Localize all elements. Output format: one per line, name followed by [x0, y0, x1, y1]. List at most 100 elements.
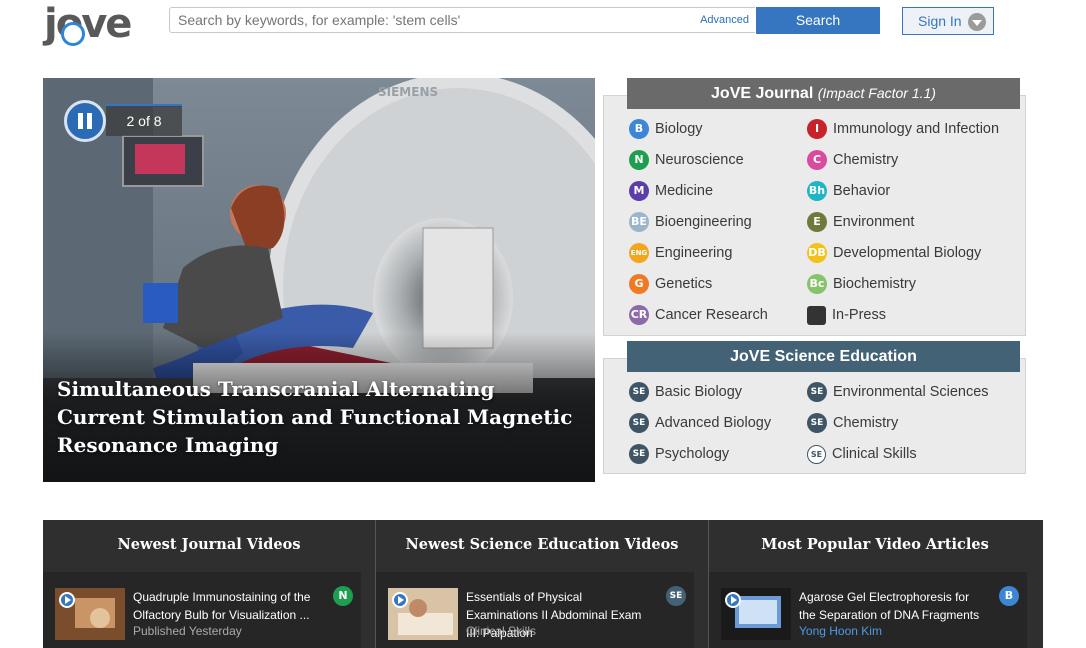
science-education-badge-icon: SE: [807, 413, 827, 434]
medicine-badge-icon: M: [629, 181, 649, 202]
sign-in-label: Sign In: [918, 13, 962, 29]
journal-section-bioengineering[interactable]: BE Bioengineering: [629, 211, 752, 233]
neuroscience-badge-icon: N: [333, 586, 353, 606]
journal-section-biology[interactable]: B Biology: [629, 118, 703, 140]
journal-section-label: Developmental Biology: [833, 245, 982, 261]
science-education-badge-icon: SE: [807, 444, 826, 464]
play-icon: [392, 592, 408, 608]
journal-section-label: Environment: [833, 214, 915, 230]
sign-in-button[interactable]: Sign In: [902, 7, 994, 35]
logo-text: jove: [44, 1, 132, 47]
chemistry-badge-icon: C: [807, 150, 827, 171]
education-panel-header: JoVE Science Education: [627, 341, 1020, 372]
video-author-link[interactable]: Yong Hoon Kim: [799, 624, 882, 638]
developmental-biology-badge-icon: DB: [807, 243, 827, 264]
column-heading: Most Popular Video Articles: [761, 536, 989, 553]
journal-title: JoVE Journal: [711, 85, 814, 102]
journal-section-label: Cancer Research: [655, 307, 768, 323]
pause-icon: [87, 113, 92, 129]
journal-section-label: Medicine: [655, 183, 714, 199]
education-section-environmental-sciences[interactable]: SE Environmental Sciences: [807, 381, 989, 403]
journal-section-environment[interactable]: E Environment: [807, 211, 914, 233]
journal-section-medicine[interactable]: M Medicine: [629, 180, 713, 202]
pause-icon: [78, 113, 83, 129]
play-icon: [725, 592, 741, 608]
video-card[interactable]: Essentials of Physical Examinations II A…: [376, 572, 694, 648]
journal-section-label: Biology: [655, 121, 703, 137]
journal-section-chemistry[interactable]: C Chemistry: [807, 149, 898, 171]
hero-slideshow[interactable]: SIEMENS Simultaneous Transcranial Altern…: [43, 78, 595, 482]
journal-section-in-press[interactable]: In-Press: [807, 304, 886, 326]
video-card[interactable]: Quadruple Immunostaining of the Olfactor…: [43, 572, 361, 648]
search-button[interactable]: Search: [756, 7, 880, 34]
education-section-label: Advanced Biology: [655, 415, 772, 431]
engineering-badge-icon: ENG: [629, 243, 649, 264]
education-section-label: Environmental Sciences: [833, 384, 989, 400]
genetics-badge-icon: G: [629, 274, 649, 295]
jove-logo[interactable]: jove: [44, 2, 136, 46]
journal-section-label: Engineering: [655, 245, 733, 261]
search-input[interactable]: [170, 8, 706, 32]
journal-section-engineering[interactable]: ENG Engineering: [629, 242, 732, 264]
pause-button[interactable]: [64, 100, 106, 142]
journal-section-label: Biochemistry: [833, 276, 916, 292]
journal-section-label: Neuroscience: [655, 152, 744, 168]
education-section-basic-biology[interactable]: SE Basic Biology: [629, 381, 742, 403]
search-box: Advanced: [169, 7, 755, 33]
journal-section-behavior[interactable]: Bh Behavior: [807, 180, 890, 202]
in-press-badge-icon: [807, 305, 826, 325]
journal-section-genetics[interactable]: G Genetics: [629, 273, 712, 295]
most-popular-articles-column: Most Popular Video Articles Agarose Gel …: [709, 520, 1041, 648]
science-education-badge-icon: SE: [629, 382, 649, 403]
education-title: JoVE Science Education: [730, 348, 917, 365]
education-section-label: Chemistry: [833, 415, 899, 431]
scanner-brand: SIEMENS: [378, 85, 438, 99]
journal-section-neuroscience[interactable]: N Neuroscience: [629, 149, 744, 171]
hero-title[interactable]: Simultaneous Transcranial Alternating Cu…: [57, 375, 577, 459]
journal-panel-header: JoVE Journal (Impact Factor 1.1): [627, 78, 1020, 109]
video-title[interactable]: Agarose Gel Electrophoresis for the Sepa…: [799, 588, 989, 624]
advanced-search-link[interactable]: Advanced: [700, 14, 749, 26]
journal-impact-factor: (Impact Factor 1.1): [817, 85, 936, 101]
education-section-clinical-skills[interactable]: SE Clinical Skills: [807, 443, 917, 465]
journal-section-immunology-and-infection[interactable]: I Immunology and Infection: [807, 118, 999, 140]
featured-videos-section: Newest Journal Videos Quadruple Immunost…: [43, 520, 1043, 648]
column-heading: Newest Science Education Videos: [405, 536, 679, 553]
journal-section-label: Behavior: [833, 183, 891, 199]
science-education-badge-icon: SE: [629, 444, 649, 465]
play-icon: [59, 592, 75, 608]
slide-counter: 2 of 8: [106, 106, 182, 136]
journal-section-label: Genetics: [655, 276, 713, 292]
biology-badge-icon: B: [999, 586, 1019, 606]
journal-section-label: In-Press: [832, 307, 886, 323]
video-category: Clinical Skills: [466, 624, 537, 638]
newest-education-videos-column: Newest Science Education Videos Essentia…: [376, 520, 708, 648]
journal-section-label: Chemistry: [833, 152, 899, 168]
bioengineering-badge-icon: BE: [629, 212, 649, 233]
video-thumbnail[interactable]: [388, 588, 458, 640]
biology-badge-icon: B: [629, 119, 649, 140]
video-card[interactable]: Agarose Gel Electrophoresis for the Sepa…: [709, 572, 1027, 648]
education-section-label: Clinical Skills: [832, 446, 917, 462]
education-section-label: Psychology: [655, 446, 730, 462]
journal-section-label: Bioengineering: [655, 214, 752, 230]
immunology-and-infection-badge-icon: I: [807, 119, 827, 140]
journal-section-label: Immunology and Infection: [833, 121, 1000, 137]
journal-section-developmental-biology[interactable]: DB Developmental Biology: [807, 242, 981, 264]
column-heading: Newest Journal Videos: [117, 536, 301, 553]
logo-bubble-icon: [61, 22, 85, 46]
education-section-label: Basic Biology: [655, 384, 743, 400]
video-title[interactable]: Quadruple Immunostaining of the Olfactor…: [133, 588, 323, 624]
neuroscience-badge-icon: N: [629, 150, 649, 171]
video-published: Published Yesterday: [133, 624, 242, 638]
journal-section-biochemistry[interactable]: Bc Biochemistry: [807, 273, 916, 295]
education-section-advanced-biology[interactable]: SE Advanced Biology: [629, 412, 771, 434]
behavior-badge-icon: Bh: [807, 181, 827, 202]
chevron-down-icon: [968, 13, 986, 31]
education-section-psychology[interactable]: SE Psychology: [629, 443, 729, 465]
video-thumbnail[interactable]: [721, 588, 791, 640]
science-education-badge-icon: SE: [629, 413, 649, 434]
video-thumbnail[interactable]: [55, 588, 125, 640]
education-section-chemistry[interactable]: SE Chemistry: [807, 412, 898, 434]
journal-section-cancer-research[interactable]: CR Cancer Research: [629, 304, 768, 326]
